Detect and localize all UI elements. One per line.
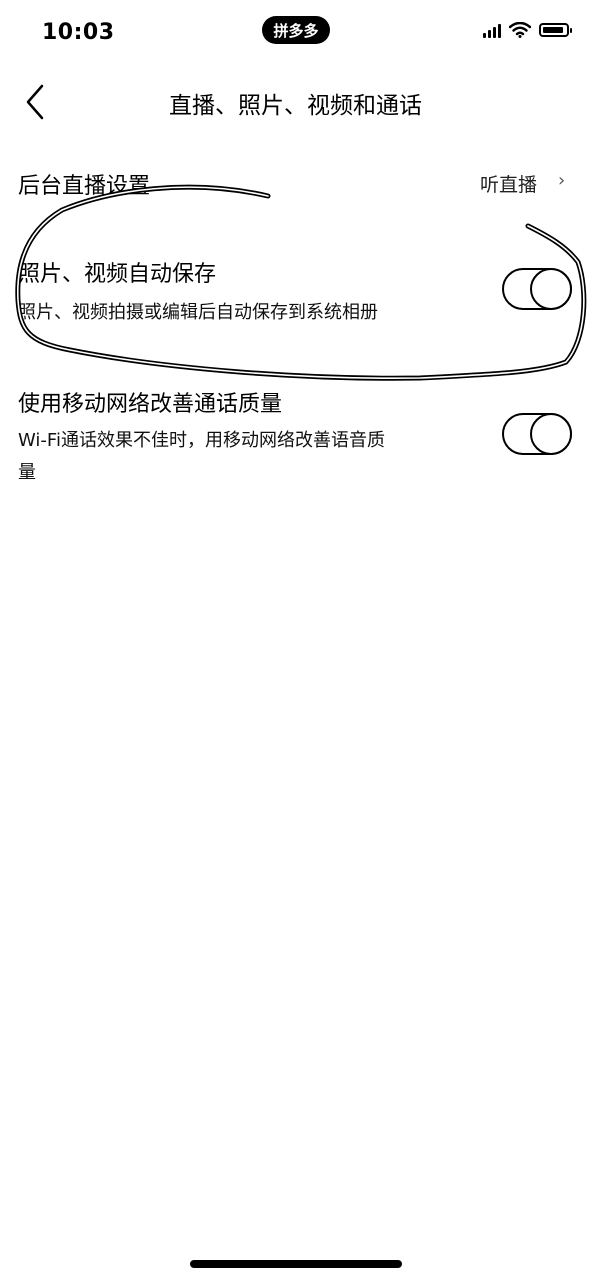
row-title: 后台直播设置: [18, 174, 151, 199]
row-value: 听直播: [480, 174, 538, 196]
app-badge: 拼多多: [262, 16, 330, 44]
wifi-icon: [509, 22, 531, 38]
row-subtitle: 照片、视频拍摄或编辑后自动保存到系统相册: [18, 302, 378, 323]
toggle-knob: [530, 267, 572, 310]
row-subtitle-line1: Wi-Fi通话效果不佳时，用移动网络改善语音质: [18, 430, 385, 451]
chevron-right-icon: ›: [558, 170, 566, 191]
toggle-knob: [530, 412, 572, 455]
row-title: 使用移动网络改善通话质量: [18, 392, 283, 417]
status-icons: [483, 22, 572, 38]
auto-save-toggle[interactable]: [502, 267, 572, 310]
row-title: 照片、视频自动保存: [18, 262, 217, 287]
home-indicator[interactable]: [190, 1260, 402, 1268]
mobile-network-call-toggle[interactable]: [502, 412, 572, 455]
settings-row-background-live[interactable]: 后台直播设置 听直播 ›: [0, 160, 591, 210]
battery-icon: [539, 23, 572, 37]
page-title: 直播、照片、视频和通话: [169, 93, 422, 119]
status-time: 10:03: [42, 20, 115, 45]
cellular-signal-icon: [483, 22, 501, 38]
row-subtitle-line2: 量: [18, 462, 36, 483]
